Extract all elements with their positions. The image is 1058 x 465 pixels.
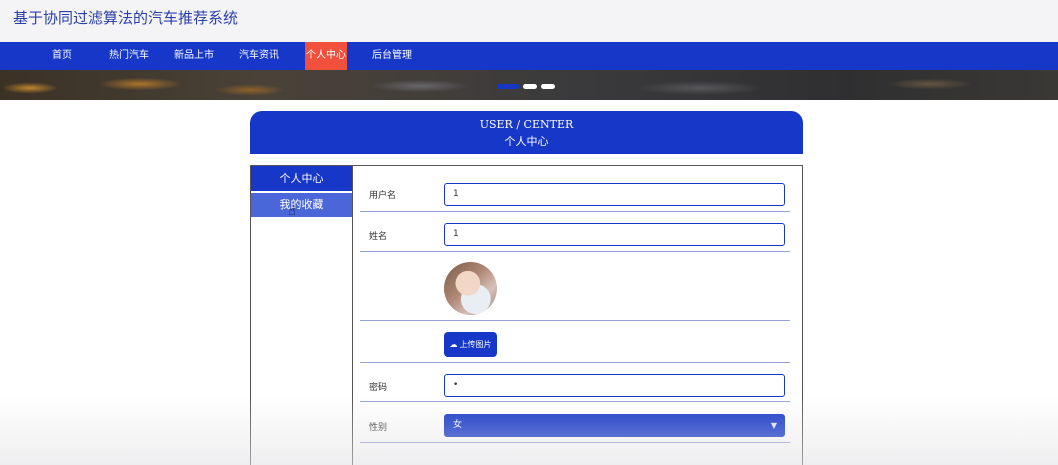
- nav-item-admin[interactable]: 后台管理: [367, 42, 417, 70]
- row-divider: [360, 362, 790, 363]
- sidebar: 个人中心 我的收藏: [251, 166, 353, 465]
- nav-item-home[interactable]: 首页: [40, 42, 84, 70]
- row-divider: [360, 251, 790, 252]
- chevron-down-icon: ▼: [770, 421, 777, 430]
- row-divider: [360, 320, 790, 321]
- name-field[interactable]: 1: [444, 223, 785, 246]
- row-divider: [360, 401, 790, 402]
- cloud-upload-icon: ☁: [449, 340, 458, 349]
- password-label: 密码: [369, 383, 388, 393]
- sidebar-item-favorites[interactable]: 我的收藏: [251, 193, 352, 217]
- carousel-dot-3[interactable]: [541, 84, 555, 89]
- main-nav: 首页 热门汽车 新品上市 汽车资讯 个人中心 后台管理: [0, 42, 1058, 70]
- header-title-en: USER / CENTER: [479, 118, 574, 131]
- site-title: 基于协同过滤算法的汽车推荐系统: [13, 9, 239, 27]
- password-field[interactable]: •: [444, 374, 785, 397]
- user-center-header: USER / CENTER 个人中心: [250, 111, 803, 154]
- avatar: [444, 262, 497, 315]
- gender-select[interactable]: 女 ▼: [444, 414, 785, 437]
- nav-item-hot-cars[interactable]: 热门汽车: [104, 42, 154, 70]
- header-title-cn: 个人中心: [504, 135, 549, 148]
- username-field[interactable]: 1: [444, 183, 785, 206]
- row-divider: [360, 442, 790, 443]
- upload-label: 上传图片: [459, 340, 492, 349]
- nav-item-car-news[interactable]: 汽车资讯: [234, 42, 284, 70]
- carousel-dot-1[interactable]: [497, 84, 519, 89]
- sidebar-header: 个人中心: [251, 166, 352, 191]
- gender-label: 性别: [369, 423, 388, 433]
- username-label: 用户名: [369, 191, 397, 201]
- nav-item-new-arrivals[interactable]: 新品上市: [169, 42, 219, 70]
- row-divider: [360, 211, 790, 212]
- top-bar: 基于协同过滤算法的汽车推荐系统: [0, 0, 1058, 42]
- carousel-dot-2[interactable]: [523, 84, 537, 89]
- mouse-pointer-icon: ☝: [288, 204, 296, 219]
- upload-image-button[interactable]: ☁ 上传图片: [444, 332, 497, 357]
- nav-item-user-center[interactable]: 个人中心: [305, 42, 347, 70]
- gender-value: 女: [453, 420, 463, 430]
- name-label: 姓名: [369, 232, 388, 242]
